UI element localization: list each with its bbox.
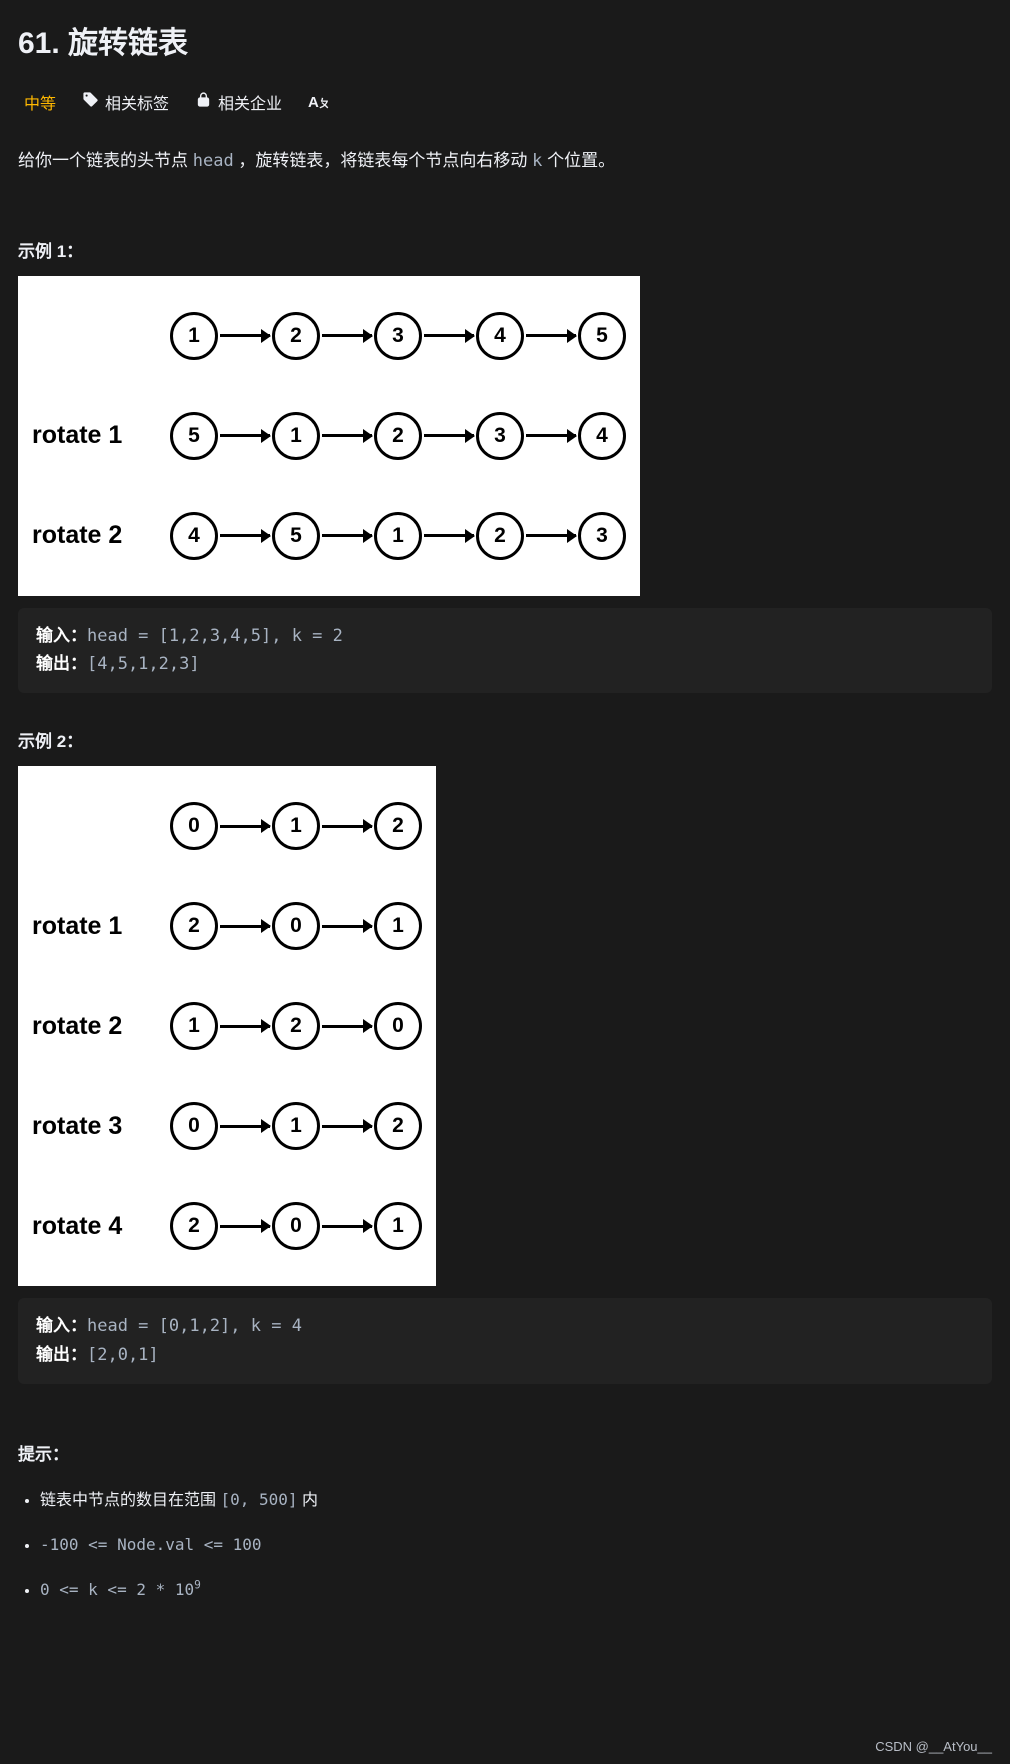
problem-description: 给你一个链表的头节点 head ，旋转链表，将链表每个节点向右移动 k 个位置。 [18, 146, 992, 177]
arrow-icon [424, 434, 474, 437]
translate-button[interactable]: Aㄆ [308, 94, 330, 111]
list-node: 3 [476, 412, 524, 460]
translate-icon: Aㄆ [308, 94, 330, 111]
arrow-icon [220, 1025, 270, 1028]
diagram-row: rotate 15 1 2 3 4 [32, 386, 626, 486]
difficulty-badge: 中等 [24, 90, 56, 114]
list-node: 1 [272, 1102, 320, 1150]
arrow-icon [322, 925, 372, 928]
diagram-row: 1 2 3 4 5 [32, 286, 626, 386]
diagram-row: rotate 42 0 1 [32, 1176, 422, 1276]
list-node: 2 [170, 902, 218, 950]
list-node: 2 [272, 1002, 320, 1050]
hints-list: 链表中节点的数目在范围 [0, 500] 内 -100 <= Node.val <… [18, 1487, 992, 1603]
list-node: 3 [578, 512, 626, 560]
list-node: 0 [170, 1102, 218, 1150]
arrow-icon [322, 434, 372, 437]
hint-item: 0 <= k <= 2 * 109 [40, 1576, 992, 1603]
arrow-icon [220, 534, 270, 537]
hint-item: -100 <= Node.val <= 100 [40, 1532, 992, 1559]
example2-io: 输入：head = [0,1,2], k = 4 输出：[2,0,1] [18, 1298, 992, 1384]
rotate-label: rotate 2 [32, 1012, 170, 1041]
list-node: 5 [170, 412, 218, 460]
list-node: 2 [374, 802, 422, 850]
diagram-row: 0 1 2 [32, 776, 422, 876]
arrow-icon [424, 534, 474, 537]
list-node: 4 [476, 312, 524, 360]
arrow-icon [322, 334, 372, 337]
diagram-row: rotate 12 0 1 [32, 876, 422, 976]
list-node: 1 [272, 802, 320, 850]
example1-diagram: 12345rotate 151234rotate 245123 [18, 276, 640, 596]
related-companies-button[interactable]: 相关企业 [195, 90, 282, 114]
list-node: 0 [374, 1002, 422, 1050]
tag-icon [82, 91, 99, 113]
list-node: 0 [170, 802, 218, 850]
arrow-icon [322, 534, 372, 537]
list-node: 1 [374, 512, 422, 560]
lock-icon [195, 91, 212, 113]
arrow-icon [220, 1125, 270, 1128]
arrow-icon [220, 1225, 270, 1228]
watermark: CSDN @__AtYou__ [875, 1739, 992, 1754]
list-node: 5 [272, 512, 320, 560]
related-tags-label: 相关标签 [105, 90, 169, 114]
rotate-label: rotate 3 [32, 1112, 170, 1141]
list-node: 0 [272, 1202, 320, 1250]
arrow-icon [526, 434, 576, 437]
page-title: 61. 旋转链表 [18, 18, 992, 62]
hints-label: 提示： [18, 1440, 992, 1465]
diagram-row: rotate 24 5 1 2 3 [32, 486, 626, 586]
arrow-icon [322, 1025, 372, 1028]
list-node: 2 [374, 1102, 422, 1150]
related-tags-button[interactable]: 相关标签 [82, 90, 169, 114]
arrow-icon [322, 1125, 372, 1128]
rotate-label: rotate 2 [32, 521, 170, 550]
arrow-icon [526, 534, 576, 537]
related-companies-label: 相关企业 [218, 90, 282, 114]
list-node: 1 [374, 902, 422, 950]
arrow-icon [322, 825, 372, 828]
example2-label: 示例 2： [18, 727, 992, 752]
list-node: 0 [272, 902, 320, 950]
list-node: 1 [374, 1202, 422, 1250]
list-node: 4 [170, 512, 218, 560]
diagram-row: rotate 30 1 2 [32, 1076, 422, 1176]
list-node: 2 [272, 312, 320, 360]
meta-row: 中等 相关标签 相关企业 Aㄆ [18, 90, 992, 114]
list-node: 2 [170, 1202, 218, 1250]
rotate-label: rotate 1 [32, 912, 170, 941]
example2-diagram: 012rotate 1201rotate 2120rotate 3012rota… [18, 766, 436, 1286]
arrow-icon [220, 434, 270, 437]
arrow-icon [220, 925, 270, 928]
list-node: 2 [476, 512, 524, 560]
list-node: 4 [578, 412, 626, 460]
rotate-label: rotate 4 [32, 1212, 170, 1241]
list-node: 5 [578, 312, 626, 360]
arrow-icon [424, 334, 474, 337]
example1-io: 输入：head = [1,2,3,4,5], k = 2 输出：[4,5,1,2… [18, 608, 992, 694]
example1-label: 示例 1： [18, 237, 992, 262]
arrow-icon [220, 334, 270, 337]
arrow-icon [322, 1225, 372, 1228]
list-node: 2 [374, 412, 422, 460]
list-node: 3 [374, 312, 422, 360]
list-node: 1 [170, 312, 218, 360]
arrow-icon [220, 825, 270, 828]
list-node: 1 [272, 412, 320, 460]
hint-item: 链表中节点的数目在范围 [0, 500] 内 [40, 1487, 992, 1514]
rotate-label: rotate 1 [32, 421, 170, 450]
arrow-icon [526, 334, 576, 337]
diagram-row: rotate 21 2 0 [32, 976, 422, 1076]
list-node: 1 [170, 1002, 218, 1050]
